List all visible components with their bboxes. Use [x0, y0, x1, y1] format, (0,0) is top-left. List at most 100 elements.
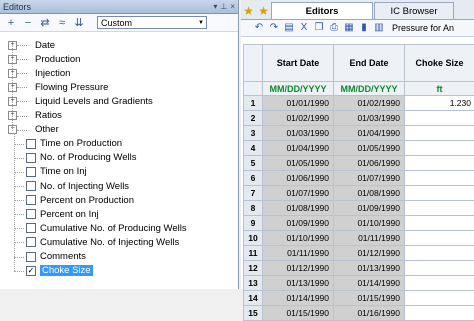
- end-date-cell[interactable]: 01/15/1990: [334, 291, 405, 306]
- tree-item-comments[interactable]: Comments: [24, 250, 86, 264]
- start-date-cell[interactable]: 01/13/1990: [263, 276, 334, 291]
- start-date-cell[interactable]: 01/15/1990: [263, 306, 334, 321]
- table-row[interactable]: 101/01/199001/02/19901.230: [244, 96, 474, 111]
- choke-size-cell[interactable]: [405, 216, 474, 231]
- table-row[interactable]: 401/04/199001/05/1990: [244, 141, 474, 156]
- end-date-cell[interactable]: 01/04/1990: [334, 126, 405, 141]
- end-date-cell[interactable]: 01/02/1990: [334, 96, 405, 111]
- column-header-end-date[interactable]: End Date: [334, 45, 405, 82]
- table-icon[interactable]: ▥: [373, 22, 385, 34]
- table-row[interactable]: 1301/13/199001/14/1990: [244, 276, 474, 291]
- choke-size-cell[interactable]: [405, 231, 474, 246]
- print-icon[interactable]: ⎙: [328, 22, 340, 34]
- remove-icon[interactable]: −: [23, 16, 33, 30]
- checkbox[interactable]: [26, 195, 36, 205]
- table-row[interactable]: 1201/12/199001/13/1990: [244, 261, 474, 276]
- copy-icon[interactable]: ❐: [313, 22, 325, 34]
- choke-size-cell[interactable]: [405, 261, 474, 276]
- start-date-cell[interactable]: 01/05/1990: [263, 156, 334, 171]
- start-date-cell[interactable]: 01/14/1990: [263, 291, 334, 306]
- start-date-cell[interactable]: 01/07/1990: [263, 186, 334, 201]
- checkbox[interactable]: [26, 223, 36, 233]
- row-number[interactable]: 9: [244, 216, 263, 231]
- row-number[interactable]: 8: [244, 201, 263, 216]
- row-number[interactable]: 2: [244, 111, 263, 126]
- undo-icon[interactable]: ↶: [253, 22, 265, 34]
- tree-item-no-of-injecting-wells[interactable]: No. of Injecting Wells: [24, 179, 129, 193]
- tree-item-time-on-production[interactable]: Time on Production: [24, 137, 122, 151]
- star-icon[interactable]: ★: [241, 3, 256, 19]
- expand-icon[interactable]: ⇊: [74, 16, 84, 30]
- choke-size-cell[interactable]: [405, 126, 474, 141]
- checkbox[interactable]: [26, 252, 36, 262]
- row-number[interactable]: 3: [244, 126, 263, 141]
- row-number[interactable]: 15: [244, 306, 263, 321]
- start-date-cell[interactable]: 01/12/1990: [263, 261, 334, 276]
- start-date-cell[interactable]: 01/08/1990: [263, 201, 334, 216]
- checkbox[interactable]: [26, 167, 36, 177]
- end-date-cell[interactable]: 01/11/1990: [334, 231, 405, 246]
- tree-group-liquid-levels-and-gradients[interactable]: +Liquid Levels and Gradients: [8, 94, 153, 108]
- tree-group-production[interactable]: +Production: [8, 52, 80, 66]
- choke-size-cell[interactable]: [405, 111, 474, 126]
- end-date-cell[interactable]: 01/09/1990: [334, 201, 405, 216]
- start-date-cell[interactable]: 01/06/1990: [263, 171, 334, 186]
- pin-icon[interactable]: ⊥: [220, 2, 227, 12]
- tree-group-flowing-pressure[interactable]: +Flowing Pressure: [8, 80, 108, 94]
- end-date-cell[interactable]: 01/16/1990: [334, 306, 405, 321]
- table-row[interactable]: 501/05/199001/06/1990: [244, 156, 474, 171]
- row-number[interactable]: 4: [244, 141, 263, 156]
- tree-item-cumulative-no-of-injecting-wells[interactable]: Cumulative No. of Injecting Wells: [24, 235, 179, 249]
- choke-size-cell[interactable]: [405, 201, 474, 216]
- tree-group-other[interactable]: −Other: [8, 123, 59, 137]
- redo-icon[interactable]: ↷: [268, 22, 280, 34]
- tree-item-cumulative-no-of-producing-wells[interactable]: Cumulative No. of Producing Wells: [24, 221, 187, 235]
- column-header-choke-size[interactable]: Choke Size: [405, 45, 474, 82]
- preset-dropdown[interactable]: Custom ▼: [97, 16, 207, 29]
- start-date-cell[interactable]: 01/09/1990: [263, 216, 334, 231]
- table-row[interactable]: 1101/11/199001/12/1990: [244, 246, 474, 261]
- row-number[interactable]: 11: [244, 246, 263, 261]
- excel-icon[interactable]: X: [298, 22, 310, 34]
- choke-size-cell[interactable]: [405, 291, 474, 306]
- end-date-cell[interactable]: 01/08/1990: [334, 186, 405, 201]
- table-row[interactable]: 301/03/199001/04/1990: [244, 126, 474, 141]
- star-icon[interactable]: ★: [256, 3, 271, 19]
- checkbox[interactable]: [26, 209, 36, 219]
- start-date-cell[interactable]: 01/01/1990: [263, 96, 334, 111]
- end-date-cell[interactable]: 01/12/1990: [334, 246, 405, 261]
- tree-group-ratios[interactable]: +Ratios: [8, 109, 62, 123]
- choke-size-cell[interactable]: 1.230: [405, 96, 474, 111]
- table-row[interactable]: 601/06/199001/07/1990: [244, 171, 474, 186]
- tree-item-percent-on-production[interactable]: Percent on Production: [24, 193, 134, 207]
- row-number[interactable]: 5: [244, 156, 263, 171]
- tab-editors[interactable]: Editors: [271, 2, 373, 19]
- open-icon[interactable]: ▤: [283, 22, 295, 34]
- choke-size-cell[interactable]: [405, 171, 474, 186]
- checkbox[interactable]: [26, 237, 36, 247]
- data-grid[interactable]: Start Date End Date Choke Size MM/DD/YYY…: [243, 44, 474, 321]
- end-date-cell[interactable]: 01/14/1990: [334, 276, 405, 291]
- end-date-cell[interactable]: 01/10/1990: [334, 216, 405, 231]
- start-date-cell[interactable]: 01/03/1990: [263, 126, 334, 141]
- checkbox[interactable]: [26, 181, 36, 191]
- tree-item-no-of-producing-wells[interactable]: No. of Producing Wells: [24, 151, 136, 165]
- row-number[interactable]: 7: [244, 186, 263, 201]
- collapse-icon[interactable]: ≈: [57, 16, 67, 30]
- choke-size-cell[interactable]: [405, 186, 474, 201]
- tree-group-date[interactable]: +Date: [8, 38, 55, 52]
- choke-size-cell[interactable]: [405, 246, 474, 261]
- row-number[interactable]: 6: [244, 171, 263, 186]
- table-row[interactable]: 1001/10/199001/11/1990: [244, 231, 474, 246]
- chart-icon[interactable]: ▮: [358, 22, 370, 34]
- start-date-cell[interactable]: 01/02/1990: [263, 111, 334, 126]
- choke-size-cell[interactable]: [405, 156, 474, 171]
- table-row[interactable]: 1401/14/199001/15/1990: [244, 291, 474, 306]
- choke-size-cell[interactable]: [405, 276, 474, 291]
- tree-item-time-on-inj[interactable]: Time on Inj: [24, 165, 87, 179]
- row-number[interactable]: 13: [244, 276, 263, 291]
- end-date-cell[interactable]: 01/13/1990: [334, 261, 405, 276]
- tab-ic-browser[interactable]: IC Browser: [374, 2, 454, 19]
- choke-size-cell[interactable]: [405, 306, 474, 321]
- checkbox[interactable]: ✓: [26, 266, 36, 276]
